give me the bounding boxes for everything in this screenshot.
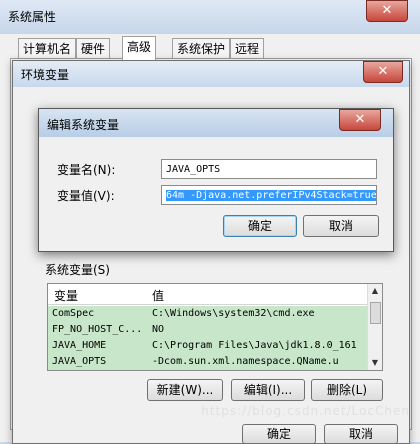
env-close-button[interactable]: ✕ bbox=[363, 61, 403, 83]
edit-close-button[interactable]: ✕ bbox=[339, 109, 381, 131]
row-var-name: JAVA_OPTS bbox=[52, 356, 107, 367]
edit-dialog-title: 编辑系统变量 bbox=[47, 118, 120, 132]
variable-value-label: 变量值(V): bbox=[57, 189, 115, 203]
variable-name-label: 变量名(N): bbox=[57, 163, 116, 177]
row-var-value: -Dcom.sun.xml.namespace.QName.u bbox=[152, 356, 339, 367]
env-titlebar[interactable]: 环境变量 ✕ bbox=[13, 61, 409, 87]
tab-computer-name[interactable]: 计算机名 bbox=[18, 38, 77, 59]
scroll-thumb[interactable] bbox=[370, 302, 381, 324]
close-icon: ✕ bbox=[354, 112, 366, 127]
list-item[interactable]: FP_NO_HOST_C... NO bbox=[48, 322, 368, 338]
edit-ok-button[interactable]: 确定 bbox=[223, 215, 297, 237]
edit-cancel-button[interactable]: 取消 bbox=[303, 215, 379, 237]
row-var-name: ComSpec bbox=[52, 308, 95, 319]
sysprops-ok-button[interactable]: 确定 bbox=[242, 424, 316, 444]
tab-system-protection[interactable]: 系统保护 bbox=[172, 38, 231, 59]
system-variables-label: 系统变量(S) bbox=[45, 263, 110, 277]
env-title: 环境变量 bbox=[21, 68, 70, 82]
tab-remote[interactable]: 远程 bbox=[230, 38, 265, 59]
scroll-up-icon[interactable]: ▲ bbox=[368, 284, 382, 298]
list-item[interactable]: JAVA_HOME C:\Program Files\Java\jdk1.8.0… bbox=[48, 338, 368, 354]
close-icon: ✕ bbox=[381, 3, 393, 18]
row-var-value: C:\Windows\system32\cmd.exe bbox=[152, 308, 315, 319]
delete-variable-button[interactable]: 删除(L) bbox=[311, 379, 383, 401]
variable-value-text: 64m -Djava.net.preferIPv4Stack=true bbox=[166, 190, 377, 201]
edit-titlebar[interactable]: 编辑系统变量 ✕ bbox=[39, 109, 393, 137]
row-var-value: NO bbox=[152, 324, 165, 335]
list-header: 变量 值 bbox=[48, 284, 368, 305]
column-header-name[interactable]: 变量 bbox=[54, 287, 78, 304]
watermark: https://blog.csdn.net/LocChen bbox=[201, 404, 410, 418]
new-variable-button[interactable]: 新建(W)... bbox=[147, 379, 223, 401]
row-var-name: JAVA_HOME bbox=[52, 340, 107, 351]
edit-variable-button[interactable]: 编辑(I)... bbox=[231, 379, 305, 401]
tab-hardware[interactable]: 硬件 bbox=[76, 38, 111, 59]
close-icon: ✕ bbox=[377, 64, 389, 79]
variable-value-input[interactable]: 64m -Djava.net.preferIPv4Stack=true bbox=[161, 185, 377, 205]
sysprops-close-button[interactable]: ✕ bbox=[366, 0, 408, 22]
list-item[interactable]: JAVA_OPTS -Dcom.sun.xml.namespace.QName.… bbox=[48, 354, 368, 370]
list-scrollbar[interactable]: ▲ ▼ bbox=[367, 284, 382, 370]
scroll-down-icon[interactable]: ▼ bbox=[368, 356, 382, 370]
variable-name-input[interactable]: JAVA_OPTS bbox=[161, 159, 377, 179]
sysprops-titlebar[interactable]: 系统属性 ✕ bbox=[0, 0, 420, 34]
column-header-value[interactable]: 值 bbox=[152, 287, 164, 304]
list-item[interactable]: ComSpec C:\Windows\system32\cmd.exe bbox=[48, 306, 368, 322]
edit-system-variable-dialog: 编辑系统变量 ✕ 变量名(N): JAVA_OPTS 变量值(V): 64m -… bbox=[38, 108, 394, 252]
sysprops-cancel-button[interactable]: 取消 bbox=[324, 424, 398, 444]
system-variables-list[interactable]: 变量 值 ComSpec C:\Windows\system32\cmd.exe… bbox=[47, 283, 383, 371]
tab-advanced[interactable]: 高级 bbox=[122, 36, 157, 60]
row-var-value: C:\Program Files\Java\jdk1.8.0_161 bbox=[152, 340, 357, 351]
row-var-name: FP_NO_HOST_C... bbox=[52, 324, 143, 335]
sysprops-title: 系统属性 bbox=[8, 10, 57, 24]
